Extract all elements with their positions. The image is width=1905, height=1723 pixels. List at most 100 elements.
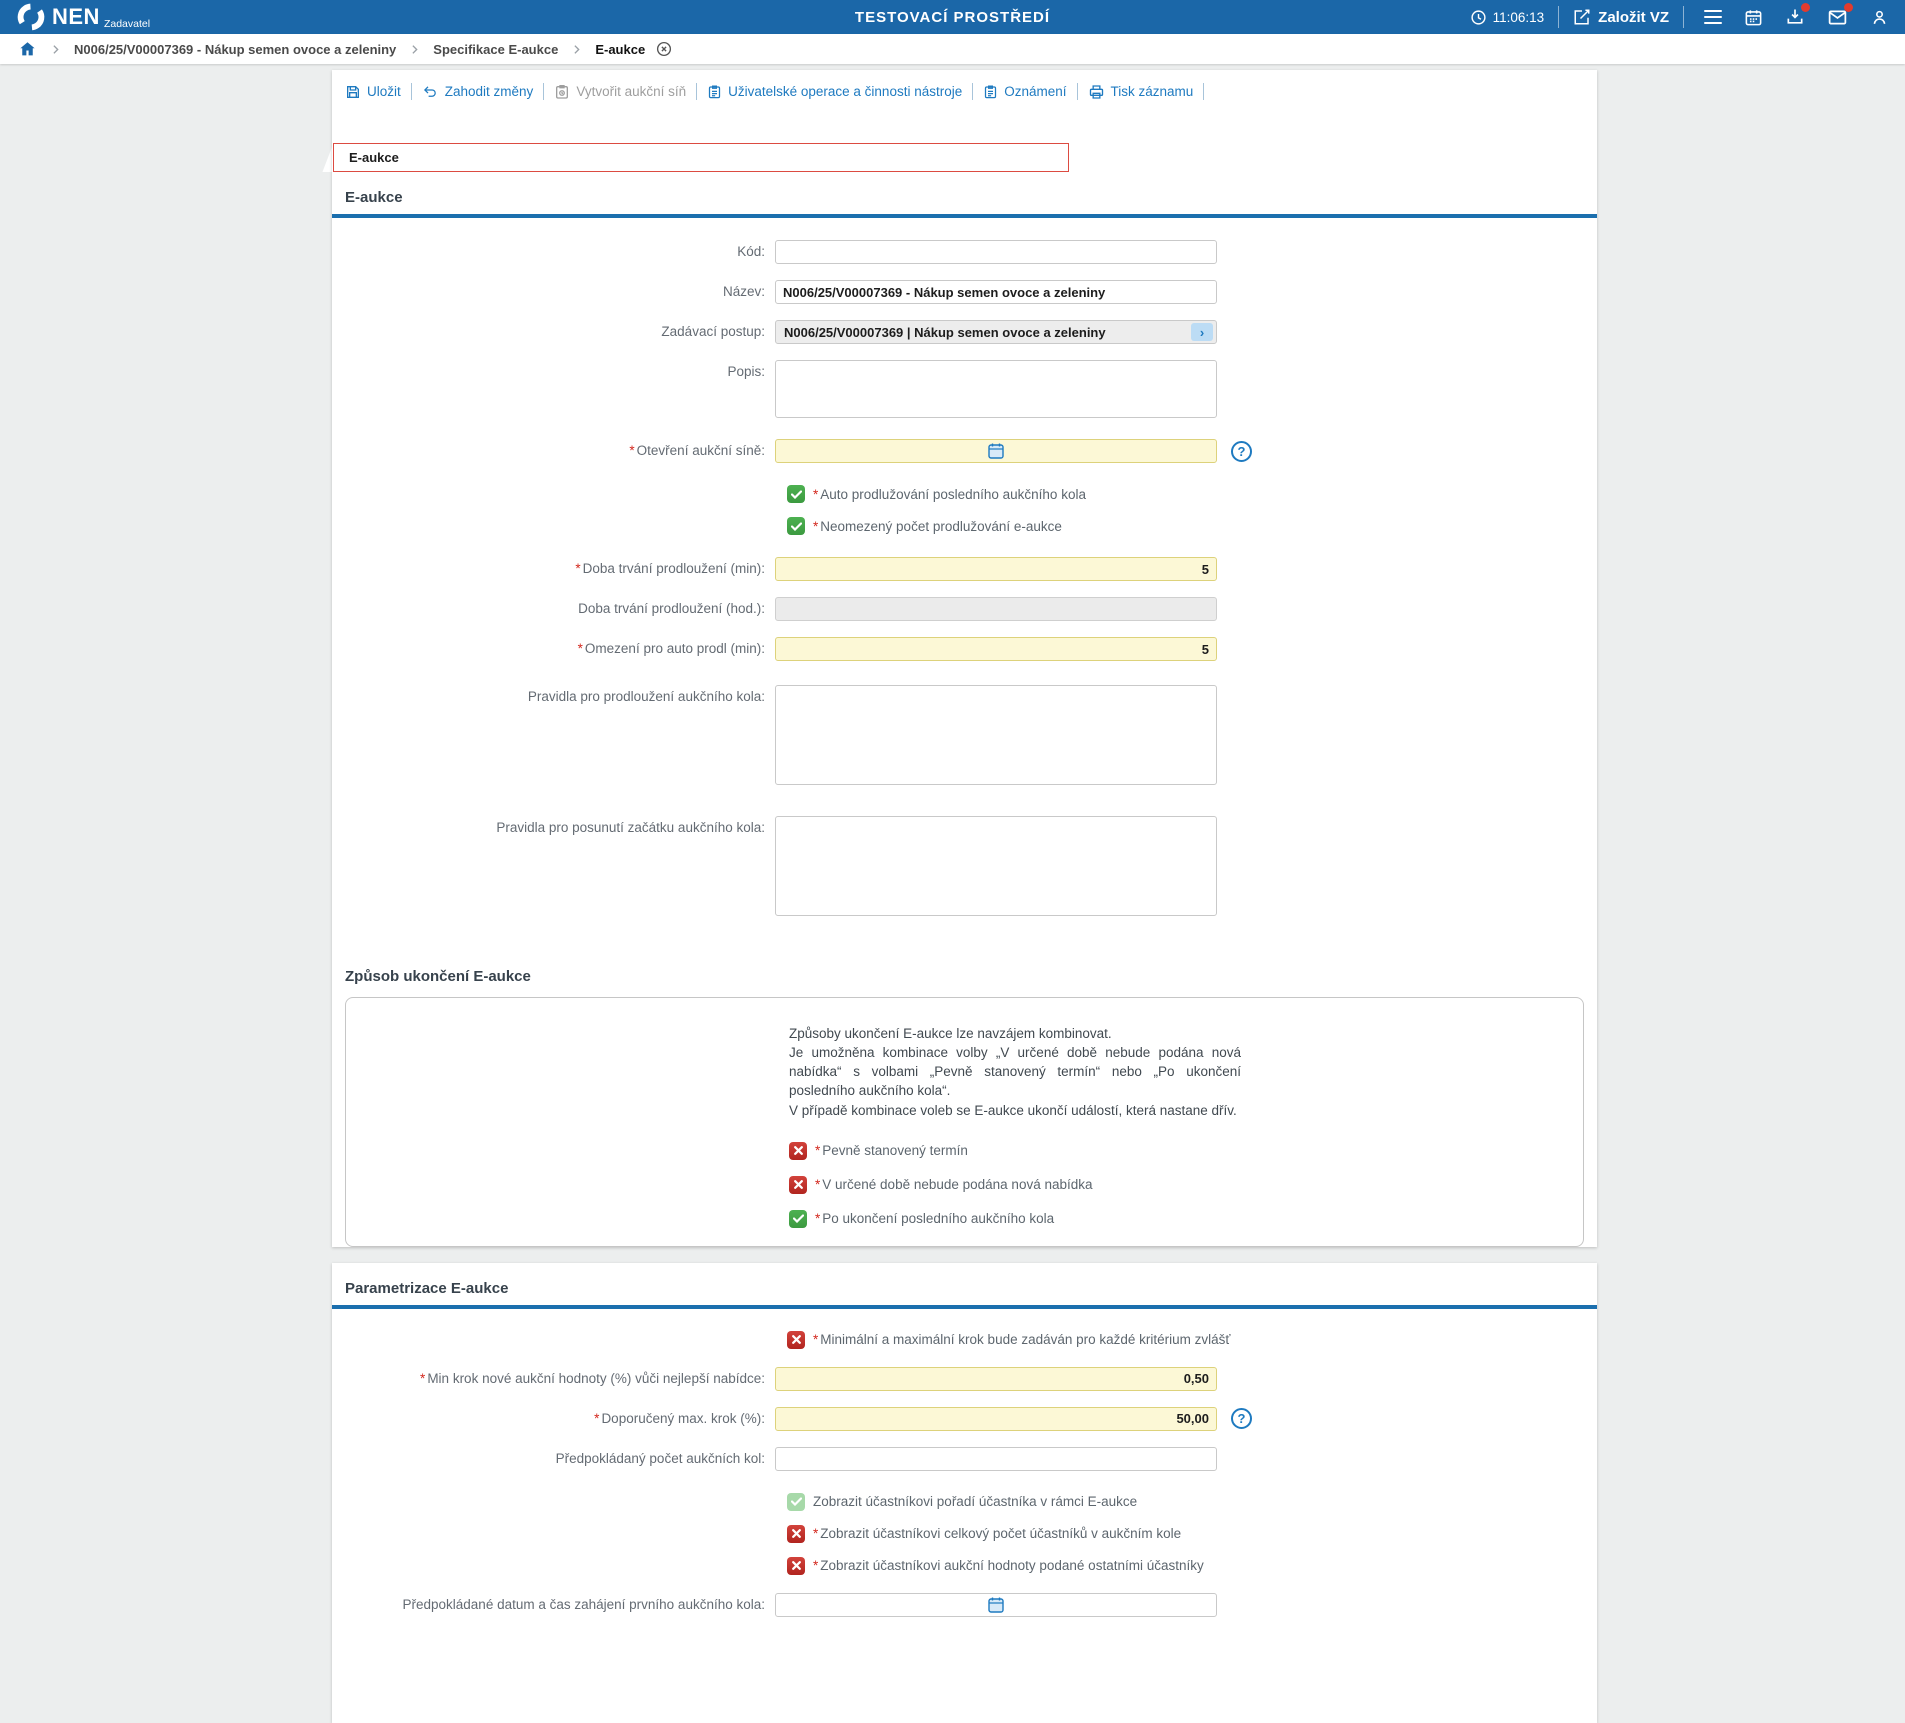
doba-trvani-hod-label: Doba trvání prodloužení (hod.):: [578, 601, 765, 616]
profile-button[interactable]: [1870, 8, 1889, 27]
checkbox-zobrazit-celkovy-pocet[interactable]: [787, 1524, 805, 1543]
tab-aukcni-sine-a-kola[interactable]: Aukční síně a kola: [423, 143, 576, 172]
tab-e-aukce[interactable]: E-aukce: [333, 143, 423, 172]
calendar-button[interactable]: [1744, 8, 1763, 27]
checkbox-pevne-stanoveny-termin[interactable]: [789, 1141, 807, 1160]
checkbox-zobrazit-poradi: [787, 1492, 805, 1511]
auction-room-icon: [554, 84, 570, 100]
nen-logo-icon: [16, 2, 46, 32]
zadavaci-postup-label: Zadávací postup:: [661, 324, 765, 339]
close-tab-icon[interactable]: [655, 40, 673, 58]
checkbox-label: * V určené době nebude podána nová nabídk…: [815, 1177, 1093, 1193]
checkbox-neomezeny-pocet[interactable]: [787, 517, 805, 535]
tab-sledovani[interactable]: Sledování: [968, 143, 1069, 172]
calendar-icon: [1744, 8, 1763, 27]
zadavaci-postup-field: N006/25/V00007369 | Nákup semen ovoce a …: [775, 320, 1217, 344]
chevron-right-icon: [570, 43, 583, 56]
hamburger-icon: [1704, 9, 1722, 25]
min-krok-label: * Min krok nové aukční hodnoty (%) vůči n…: [420, 1370, 765, 1386]
nen-logo[interactable]: NEN Zadavatel: [16, 2, 150, 32]
section-title-zpusob-ukonceni: Způsob ukončení E-aukce: [345, 968, 531, 985]
kod-label: Kód:: [737, 244, 765, 259]
printer-icon: [1088, 84, 1105, 100]
home-icon[interactable]: [18, 40, 37, 58]
checkbox-label: * Pevně stanovený termín: [815, 1143, 968, 1159]
checkbox-po-ukonceni[interactable]: [789, 1209, 807, 1228]
toolbar-separator: [543, 83, 545, 100]
checkbox-zobrazit-hodnoty[interactable]: [787, 1556, 805, 1575]
max-krok-input[interactable]: [775, 1406, 1217, 1431]
checkbox-auto-prodluzovani[interactable]: [787, 485, 805, 503]
menu-button[interactable]: [1704, 9, 1722, 25]
divider: [1683, 6, 1684, 28]
session-clock: 11:06:13: [1470, 9, 1545, 26]
checkbox-label: * Auto prodlužování posledního aukčního k…: [813, 486, 1086, 502]
main-panel: Uložit Zahodit změny Vytvořit aukční síň…: [332, 70, 1597, 1247]
print-record-button[interactable]: Tisk záznamu: [1088, 84, 1193, 100]
max-krok-label: * Doporučený max. krok (%):: [594, 1410, 765, 1426]
logo-subtitle: Zadavatel: [103, 18, 151, 30]
toolbar-separator: [1203, 83, 1205, 100]
help-icon[interactable]: ?: [1231, 440, 1252, 462]
user-icon: [1870, 8, 1889, 27]
datepicker-icon[interactable]: [988, 1596, 1004, 1613]
popis-textarea[interactable]: [775, 360, 1217, 418]
doba-trvani-min-input[interactable]: [775, 557, 1217, 581]
divider: [1558, 6, 1560, 28]
checkbox-label: * Zobrazit účastníkovi aukční hodnoty pod…: [813, 1558, 1204, 1574]
discard-changes-button[interactable]: Zahodit změny: [422, 84, 533, 99]
chevron-right-icon: [408, 43, 421, 56]
doba-trvani-min-label: * Doba trvání prodloužení (min):: [575, 561, 765, 576]
parametrizace-panel: Parametrizace E-aukce * Minimální a maxim…: [332, 1262, 1597, 1723]
save-icon: [345, 84, 361, 100]
chevron-right-icon: [49, 43, 62, 56]
doba-trvani-hod-input: [775, 597, 1217, 621]
pravidla-prodlouzeni-label: Pravidla pro prodloužení aukčního kola:: [527, 689, 765, 704]
section-title-parametrizace: Parametrizace E-aukce: [345, 1279, 509, 1297]
app-header: NEN Zadavatel TESTOVACÍ PROSTŘEDÍ 11:06:…: [0, 0, 1905, 34]
create-vz-button[interactable]: Založit VZ: [1573, 8, 1669, 26]
popis-label: Popis:: [727, 364, 765, 379]
pravidla-prodlouzeni-textarea[interactable]: [775, 685, 1217, 785]
user-operations-button[interactable]: Uživatelské operace a činnosti nástroje: [707, 84, 962, 100]
checkbox-label: * Minimální a maximální krok bude zadáván…: [813, 1332, 1231, 1348]
toolbar-separator: [696, 83, 698, 100]
pravidla-posunuti-textarea[interactable]: [775, 816, 1217, 916]
otevreni-label: * Otevření aukční síně:: [629, 443, 765, 458]
toolbar-separator: [1076, 83, 1078, 100]
tab-strip: E-aukce Aukční síně a kola Hodnotící kri…: [333, 143, 1070, 172]
breadcrumb: N006/25/V00007369 - Nákup semen ovoce a …: [0, 34, 1905, 64]
logo-text: NEN: [52, 4, 100, 29]
nazev-input[interactable]: [775, 280, 1217, 304]
open-procedure-button[interactable]: ›: [1191, 323, 1213, 341]
save-button[interactable]: Uložit: [345, 84, 401, 100]
kod-input[interactable]: [775, 240, 1217, 264]
undo-icon: [422, 84, 439, 99]
datepicker-icon[interactable]: [988, 443, 1004, 460]
checkbox-label: * Po ukončení posledního aukčního kola: [815, 1211, 1055, 1227]
notices-button[interactable]: Oznámení: [983, 84, 1067, 100]
pravidla-posunuti-label: Pravidla pro posunutí začátku aukčního k…: [496, 820, 765, 835]
checkbox-minmax-krok[interactable]: [787, 1330, 805, 1349]
section-title-e-aukce: E-aukce: [345, 189, 403, 206]
edit-icon: [1573, 8, 1591, 26]
breadcrumb-item-procedure[interactable]: N006/25/V00007369 - Nákup semen ovoce a …: [74, 42, 396, 57]
nazev-label: Název:: [722, 284, 765, 299]
breadcrumb-item-specification[interactable]: Specifikace E-aukce: [433, 42, 558, 57]
predpokladane-datum-label: Předpokládané datum a čas zahájení první…: [402, 1596, 766, 1612]
help-icon[interactable]: ?: [1231, 1408, 1252, 1430]
notification-dot: [1844, 2, 1853, 12]
checkbox-v-urcene-dobe[interactable]: [789, 1175, 807, 1194]
downloads-button[interactable]: [1785, 3, 1810, 27]
omezeni-label: * Omezení pro auto prodl (min):: [577, 641, 765, 656]
tab-dodavatele-a-opravneni-uzivatele[interactable]: Dodavatelé a oprávnění uživatelé: [723, 143, 967, 172]
create-auction-room-button: Vytvořit aukční síň: [554, 84, 686, 100]
omezeni-input[interactable]: [775, 637, 1217, 661]
messages-button[interactable]: [1827, 2, 1853, 28]
pocet-kol-input[interactable]: [775, 1446, 1217, 1471]
session-time: 11:06:13: [1492, 9, 1545, 25]
breadcrumb-item-current: E-aukce: [595, 41, 646, 57]
tab-hodnotici-kriteria[interactable]: Hodnotící kritéria: [576, 143, 723, 172]
min-krok-input[interactable]: [775, 1366, 1217, 1391]
checkbox-label: Zobrazit účastníkovi pořadí účastníka v …: [813, 1494, 1138, 1510]
